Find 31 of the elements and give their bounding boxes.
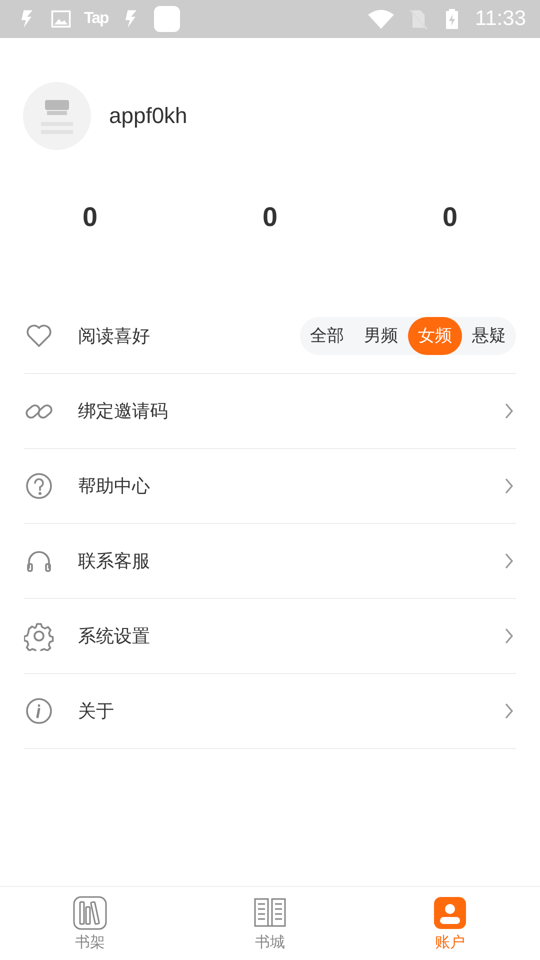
stat-value: 0 xyxy=(261,202,279,233)
stat-value: 0 xyxy=(441,202,459,233)
help-icon xyxy=(24,471,54,501)
chevron-right-icon[interactable] xyxy=(504,477,514,495)
preference-option[interactable]: 男频 xyxy=(354,317,408,355)
nav-tab[interactable]: 书架 xyxy=(30,887,150,960)
settings-icon xyxy=(24,621,54,651)
open-book-icon xyxy=(253,896,287,930)
nav-tab[interactable]: 书城 xyxy=(210,887,330,960)
username: appf0kh xyxy=(109,103,188,129)
menu-label: 绑定邀请码 xyxy=(78,400,169,423)
info-icon xyxy=(24,696,54,726)
preference-option[interactable]: 全部 xyxy=(300,317,354,355)
menu-label: 系统设置 xyxy=(78,625,151,648)
menu-label: 联系客服 xyxy=(78,550,151,573)
bookshelf-icon xyxy=(73,896,107,930)
user-icon xyxy=(433,896,467,930)
image-icon xyxy=(50,8,72,30)
chevron-right-icon[interactable] xyxy=(504,702,514,720)
wifi-icon xyxy=(367,8,395,30)
nav-tab[interactable]: 账户 xyxy=(390,887,510,960)
preference-option[interactable]: 女频 xyxy=(408,317,462,355)
menu-label: 关于 xyxy=(78,700,115,723)
stat-value: 0 xyxy=(81,202,99,233)
preference-option[interactable]: 悬疑 xyxy=(462,317,516,355)
notification-icon xyxy=(154,6,180,32)
menu-label: 帮助中心 xyxy=(78,475,151,498)
chevron-right-icon[interactable] xyxy=(504,552,514,570)
chevron-right-icon[interactable] xyxy=(504,402,514,420)
menu-label: 阅读喜好 xyxy=(78,325,151,348)
chevron-right-icon[interactable] xyxy=(504,627,514,645)
